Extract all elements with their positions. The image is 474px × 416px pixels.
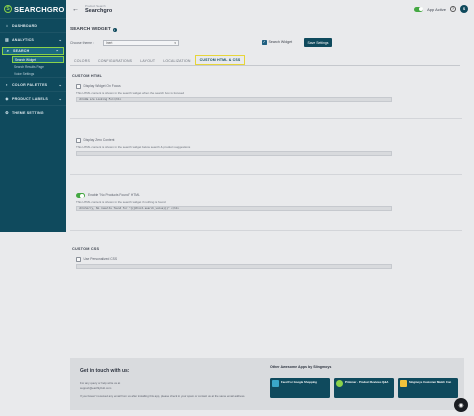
support-email-link[interactable]: support@earthlyhub.com — [80, 386, 111, 390]
theme-select-value: Inert — [106, 41, 113, 45]
sidebar-item-product-labels[interactable]: ◈ PRODUCT LABELS ⌄ — [0, 91, 66, 105]
search-widget-label: Search Widget — [268, 40, 293, 45]
personalized-css-label: Use Personalized CSS — [83, 257, 118, 262]
tab-localization[interactable]: LOCALIZATION — [159, 57, 194, 65]
footer-line: For any query or help write us at — [80, 381, 121, 385]
app-card-customer-match[interactable]: Singmoys Customer Match Con — [398, 378, 458, 398]
search-widget-checkbox[interactable]: ✓ — [262, 40, 267, 45]
no-products-found-help: This HTML content is shown in the search… — [76, 200, 166, 204]
theme-row: Choose theme : Inert ▾ — [70, 40, 179, 46]
sidebar-item-theme-setting[interactable]: ⚙ THEME SETTING — [0, 105, 66, 119]
breadcrumb: Product Search Searchgro — [85, 4, 112, 14]
focus-html-input[interactable]: <h1>We are Looking For</h1> — [76, 97, 392, 102]
sidebar-item-label: PRODUCT LABELS — [12, 96, 48, 101]
footer-title: Get in touch with us: — [80, 368, 130, 374]
chevron-up-icon: ⌃ — [55, 48, 59, 54]
display-widget-on-focus-checkbox[interactable] — [76, 84, 81, 89]
chevron-down-icon: ⌄ — [58, 82, 62, 87]
app-active-label: App Active — [427, 6, 446, 12]
personalized-css-input[interactable] — [76, 264, 392, 269]
theme-select[interactable]: Inert ▾ — [103, 40, 179, 46]
sidebar-item-analytics[interactable]: ▥ ANALYTICS ⌄ — [0, 32, 66, 46]
sidebar-item-label: THEME SETTING — [12, 110, 44, 115]
sidebar: S SEARCHGRO ⌂ DASHBOARD ▥ ANALYTICS ⌄ ⌕ … — [0, 0, 66, 232]
chat-icon[interactable]: ◉ — [454, 398, 468, 412]
other-apps-title: Other Awesome Apps by Slingmoys — [270, 365, 332, 369]
sidebar-item-dashboard[interactable]: ⌂ DASHBOARD — [0, 18, 66, 32]
sidebar-subitem-search-results-page[interactable]: Search Results Page — [0, 63, 66, 70]
app-card-primmer-reviews[interactable]: Primmer - Product Reviews Q&A — [334, 378, 394, 398]
no-products-html-input[interactable]: <h1>Sorry, No results found for "{{{#roo… — [76, 206, 392, 211]
sidebar-item-label: COLOR PALETTES — [12, 82, 48, 87]
tab-layout[interactable]: LAYOUT — [136, 57, 159, 65]
no-products-found-toggle[interactable] — [76, 193, 85, 198]
logo[interactable]: S SEARCHGRO — [0, 0, 66, 18]
tab-colors[interactable]: COLORS — [70, 57, 94, 65]
help-icon[interactable]: ? — [450, 6, 456, 12]
info-icon[interactable]: i — [112, 27, 117, 32]
tab-custom-html-css[interactable]: CUSTOM HTML & CSS — [194, 55, 246, 65]
tag-icon: ◈ — [5, 95, 9, 101]
sidebar-item-color-palettes[interactable]: ◐ COLOR PALETTES ⌄ — [0, 77, 66, 91]
no-products-found-label: Enable "No Products Found" HTML — [88, 193, 140, 198]
tab-configurations[interactable]: CONFIGURATIONS — [94, 57, 136, 65]
display-widget-on-focus-row: Display Widget On Focus — [76, 84, 121, 89]
app-card-label: Feed For Google Shopping — [281, 379, 317, 384]
bar-chart-icon: ▥ — [5, 36, 9, 42]
search-icon: ⌕ — [6, 48, 10, 53]
section-header: SEARCH WIDGET i — [70, 27, 117, 32]
palette-icon: ◐ — [5, 81, 9, 87]
top-right-controls: App Active ? S — [414, 5, 468, 13]
app-card-label: Singmoys Customer Match Con — [409, 379, 452, 384]
divider — [70, 230, 462, 231]
custom-html-title: CUSTOM HTML — [72, 74, 103, 78]
display-widget-on-focus-label: Display Widget On Focus — [83, 84, 121, 89]
logo-icon: S — [4, 5, 12, 13]
sidebar-subitem-voice-settings[interactable]: Voice Settings — [0, 70, 66, 77]
top-bar: ← Product Search Searchgro App Active ? … — [66, 0, 474, 18]
custom-css-title: CUSTOM CSS — [72, 247, 100, 251]
sidebar-item-label: SEARCH — [13, 49, 30, 53]
reviews-app-icon — [336, 379, 343, 387]
tab-bar: COLORS CONFIGURATIONS LAYOUT LOCALIZATIO… — [70, 55, 460, 66]
personalized-css-checkbox[interactable] — [76, 257, 81, 262]
display-zero-content-label: Display Zero Content — [83, 138, 115, 143]
footer-note: If you haven't received any email from u… — [80, 394, 246, 398]
divider — [70, 118, 462, 119]
theme-label: Choose theme : — [70, 41, 94, 45]
search-widget-title: SEARCH WIDGET — [70, 27, 111, 32]
customer-match-app-icon — [400, 379, 407, 387]
logo-text: SEARCHGRO — [14, 4, 65, 14]
save-settings-button[interactable]: Save Settings — [304, 38, 332, 47]
zero-content-html-input[interactable] — [76, 151, 392, 156]
chevron-down-icon: ▾ — [174, 41, 176, 45]
display-zero-content-row: Display Zero Content — [76, 138, 114, 143]
personalized-css-row: Use Personalized CSS — [76, 257, 117, 262]
avatar[interactable]: S — [460, 5, 468, 13]
gear-icon: ⚙ — [5, 109, 9, 115]
display-zero-content-help: This HTML content is shown in the search… — [76, 145, 191, 149]
footer-panel: Get in touch with us: For any query or h… — [70, 358, 464, 410]
search-widget-checkbox-row: ✓ Search Widget — [262, 40, 292, 45]
shopping-app-icon — [272, 379, 279, 387]
home-icon: ⌂ — [5, 22, 9, 28]
display-zero-content-checkbox[interactable] — [76, 138, 81, 143]
chevron-down-icon: ⌄ — [58, 37, 62, 42]
sidebar-subitem-search-widget[interactable]: Search Widget — [12, 56, 64, 63]
sidebar-item-label: DASHBOARD — [12, 23, 38, 28]
back-arrow-icon[interactable]: ← — [72, 6, 79, 13]
divider — [70, 174, 462, 175]
app-card-feed-google-shopping[interactable]: Feed For Google Shopping — [270, 378, 330, 398]
app-active-toggle[interactable] — [414, 6, 424, 12]
app-card-label: Primmer - Product Reviews Q&A — [345, 379, 389, 384]
sidebar-item-search[interactable]: ⌕ SEARCH ⌃ — [2, 47, 64, 55]
no-products-found-row: Enable "No Products Found" HTML — [76, 193, 140, 198]
chevron-down-icon: ⌄ — [58, 96, 62, 101]
sidebar-item-label: ANALYTICS — [12, 37, 35, 42]
display-widget-on-focus-help: This HTML content is shown in the search… — [76, 91, 185, 95]
page-title: Searchgro — [85, 8, 113, 14]
